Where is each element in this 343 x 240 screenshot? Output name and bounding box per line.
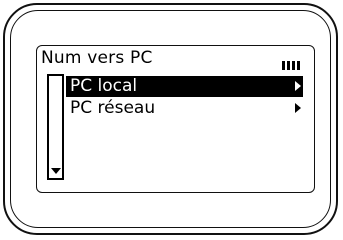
menu-item-pc-reseau[interactable]: PC réseau [66, 98, 303, 119]
signal-strength-icon [282, 61, 302, 70]
signal-bar [282, 61, 285, 70]
scrollbar[interactable] [47, 74, 64, 180]
menu-item-label: PC local [70, 76, 138, 96]
scroll-down-arrow-icon[interactable] [51, 168, 61, 174]
signal-bar [292, 61, 295, 70]
signal-bar [287, 61, 290, 70]
menu-item-pc-local[interactable]: PC local [66, 76, 303, 97]
chevron-right-icon [295, 81, 301, 91]
chevron-right-icon [295, 103, 301, 113]
menu-item-label: PC réseau [70, 98, 156, 118]
signal-bar [297, 61, 300, 70]
screen-title: Num vers PC [41, 48, 153, 68]
